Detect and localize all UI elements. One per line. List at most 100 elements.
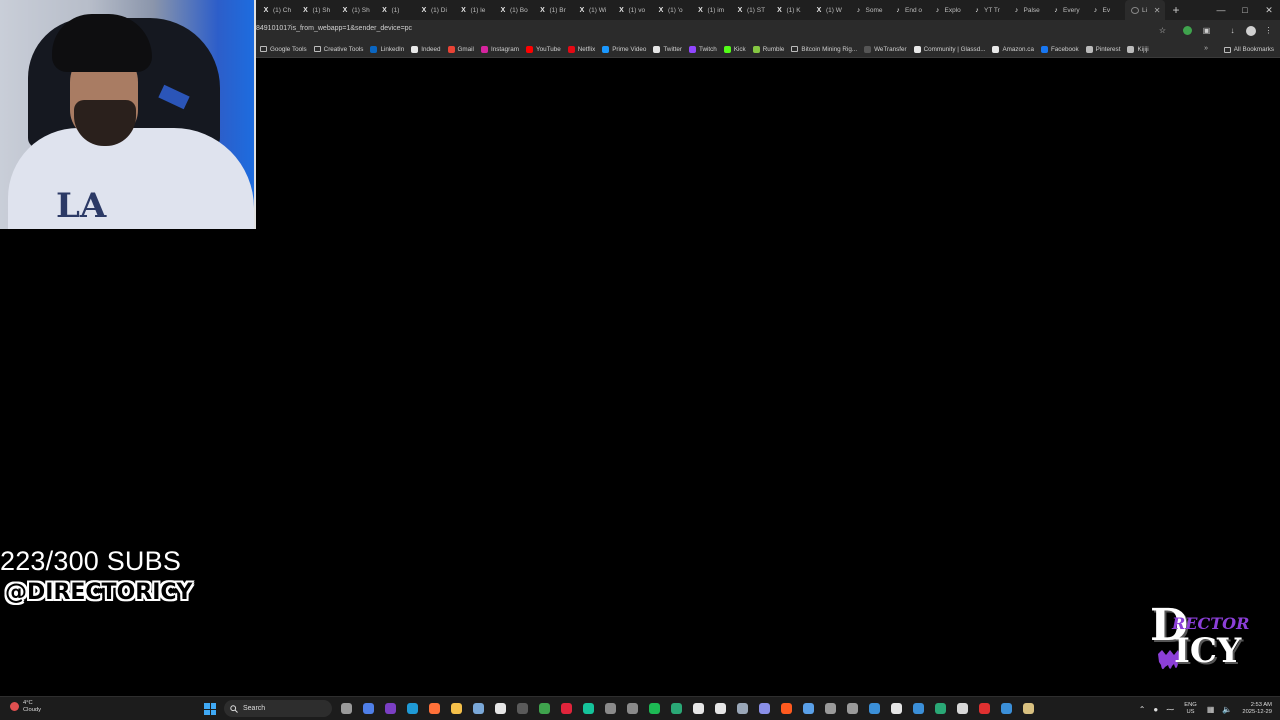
browser-tab[interactable]: ♪ Palse <box>1007 0 1047 20</box>
browser-tab[interactable]: X (1) Br <box>533 0 573 20</box>
browser-tab[interactable]: X (1) <box>375 0 415 20</box>
chevron-up-icon[interactable]: ⌃ <box>1139 705 1146 714</box>
bookmark-item[interactable]: Creative Tools <box>313 46 363 53</box>
app-ring-1-taskbar-icon[interactable] <box>602 700 618 717</box>
browser-tab[interactable]: X (1) K <box>770 0 810 20</box>
bookmark-item[interactable]: Amazon.ca <box>992 45 1034 53</box>
browser-tab[interactable]: ♪ Ev <box>1086 0 1126 20</box>
file-explorer-taskbar-icon[interactable] <box>448 700 464 717</box>
vs-code-taskbar-icon[interactable] <box>866 700 882 717</box>
calculator-taskbar-icon[interactable] <box>844 700 860 717</box>
firefox-taskbar-icon[interactable] <box>426 700 442 717</box>
browser-tab[interactable]: X (1) W <box>809 0 849 20</box>
app-blue-taskbar-icon[interactable] <box>910 700 926 717</box>
new-tab-button[interactable]: + <box>1165 3 1188 17</box>
app-feather-taskbar-icon[interactable] <box>954 700 970 717</box>
browser-tab[interactable]: X (1) Di <box>414 0 454 20</box>
all-bookmarks-button[interactable]: All Bookmarks <box>1223 41 1274 58</box>
app-arrow-2-taskbar-icon[interactable] <box>998 700 1014 717</box>
download-icon[interactable]: ↓ <box>1226 24 1239 37</box>
browser-tab[interactable]: X (1) vo <box>612 0 652 20</box>
bookmark-item[interactable]: Bitcoin Mining Rig... <box>791 46 857 53</box>
bookmark-item[interactable]: Pinterest <box>1085 45 1120 53</box>
steam-taskbar-icon[interactable] <box>734 700 750 717</box>
browser-tab[interactable]: ♪ YT Tr <box>967 0 1007 20</box>
bookmark-item[interactable]: Kick <box>723 45 746 53</box>
microphone-tray-icon[interactable]: ● <box>1153 705 1158 714</box>
obs-taskbar-icon[interactable] <box>514 700 530 717</box>
bookmark-item[interactable]: Kijiji <box>1127 45 1149 53</box>
edge-taskbar-icon[interactable] <box>404 700 420 717</box>
language-indicator[interactable]: ENG US <box>1184 702 1197 716</box>
network-icon[interactable]: ▦ <box>1207 705 1215 714</box>
bookmark-item[interactable]: Prime Video <box>602 45 646 53</box>
x-app-taskbar-icon[interactable] <box>888 700 904 717</box>
browser-tab[interactable]: X (1) Sh <box>296 0 336 20</box>
bookmark-item[interactable]: Google Tools <box>260 46 307 53</box>
weather-widget[interactable]: 4°C Cloudy <box>10 700 41 714</box>
volume-icon[interactable]: 🔈 <box>1222 705 1232 714</box>
chrome-taskbar-icon[interactable] <box>536 700 552 717</box>
copilot-taskbar-icon[interactable] <box>360 700 376 717</box>
browser-tab[interactable]: X (1) le <box>454 0 494 20</box>
minimize-button[interactable]: — <box>1210 0 1232 20</box>
window-close-button[interactable]: ✕ <box>1258 0 1280 20</box>
browser-tab[interactable]: X (1) Sh <box>335 0 375 20</box>
browser-tab[interactable]: X (1) 'o <box>651 0 691 20</box>
bookmark-item[interactable]: Instagram <box>480 45 519 53</box>
capcut-taskbar-icon[interactable] <box>492 700 508 717</box>
browser-tab[interactable]: X (1) Ch <box>256 0 296 20</box>
app-green-taskbar-icon[interactable] <box>668 700 684 717</box>
browser-tab[interactable]: ♪ Every <box>1046 0 1086 20</box>
bookmark-item[interactable]: Twitch <box>688 45 717 53</box>
bookmark-item[interactable]: WeTransfer <box>864 45 907 53</box>
bookmark-item[interactable]: Gmail <box>447 45 474 53</box>
start-button[interactable] <box>204 703 216 715</box>
task-view-taskbar-icon[interactable] <box>338 700 354 717</box>
tab-close-icon[interactable]: ✕ <box>1154 6 1161 15</box>
bookmark-item[interactable]: Indeed <box>411 45 441 53</box>
taskbar-search[interactable]: Search <box>224 700 332 717</box>
search-label: Search <box>243 705 266 712</box>
browser-tab[interactable]: ♪ Explo <box>928 0 968 20</box>
medium-taskbar-icon[interactable] <box>712 700 728 717</box>
bookmark-item[interactable]: Facebook <box>1040 45 1079 53</box>
grammarly-taskbar-icon[interactable] <box>580 700 596 717</box>
browser-tab[interactable]: Li ✕ <box>1125 0 1165 20</box>
browser-tab[interactable]: ♪ End o <box>888 0 928 20</box>
microphone-taskbar-icon[interactable] <box>1020 700 1036 717</box>
bookmark-item[interactable]: YouTube <box>525 45 561 53</box>
browser-tab[interactable]: X (1) Wi <box>572 0 612 20</box>
extension-grammarly-icon[interactable] <box>1181 24 1194 37</box>
bookmark-star-icon[interactable]: ☆ <box>1156 24 1169 37</box>
browser-tab[interactable]: X (1) im <box>691 0 731 20</box>
spotify-taskbar-icon[interactable] <box>646 700 662 717</box>
app-arrow-taskbar-icon[interactable] <box>800 700 816 717</box>
app-clock-taskbar-icon[interactable] <box>822 700 838 717</box>
profile-avatar[interactable] <box>1244 24 1257 37</box>
clock[interactable]: 2:53 AM 2025-12-29 <box>1242 702 1272 716</box>
opera-taskbar-icon[interactable] <box>558 700 574 717</box>
browser-tab[interactable]: ♪ Some <box>849 0 889 20</box>
maximize-button[interactable]: □ <box>1234 0 1256 20</box>
bookmark-item[interactable]: Twitter <box>653 45 682 53</box>
app-pen-taskbar-icon[interactable] <box>932 700 948 717</box>
discord-taskbar-icon[interactable] <box>756 700 772 717</box>
brave-taskbar-icon[interactable] <box>778 700 794 717</box>
bookmark-item[interactable]: LinkedIn <box>370 45 404 53</box>
bookmark-item[interactable]: Rumble <box>752 45 784 53</box>
extensions-puzzle-icon[interactable]: ▣ <box>1200 24 1213 37</box>
onenote-taskbar-icon[interactable] <box>382 700 398 717</box>
browser-tab[interactable]: X (1) Bo <box>493 0 533 20</box>
notepad-taskbar-icon[interactable] <box>470 700 486 717</box>
app-ring-2-taskbar-icon[interactable] <box>624 700 640 717</box>
adobe-taskbar-icon[interactable] <box>976 700 992 717</box>
menu-kebab-icon[interactable]: ⋮ <box>1262 24 1275 37</box>
url-field[interactable]: 849101017is_from_webapp=1&sender_device=… <box>256 25 412 32</box>
bookmarks-overflow-icon[interactable]: » <box>1204 45 1208 52</box>
bookmark-item[interactable]: Netflix <box>567 45 595 53</box>
browser-tab[interactable]: X (1) ST <box>730 0 770 20</box>
bookmark-item[interactable]: Community | Glassd... <box>913 45 985 53</box>
bluetooth-icon[interactable]: ⁓ <box>1166 705 1174 714</box>
capcut-2-taskbar-icon[interactable] <box>690 700 706 717</box>
